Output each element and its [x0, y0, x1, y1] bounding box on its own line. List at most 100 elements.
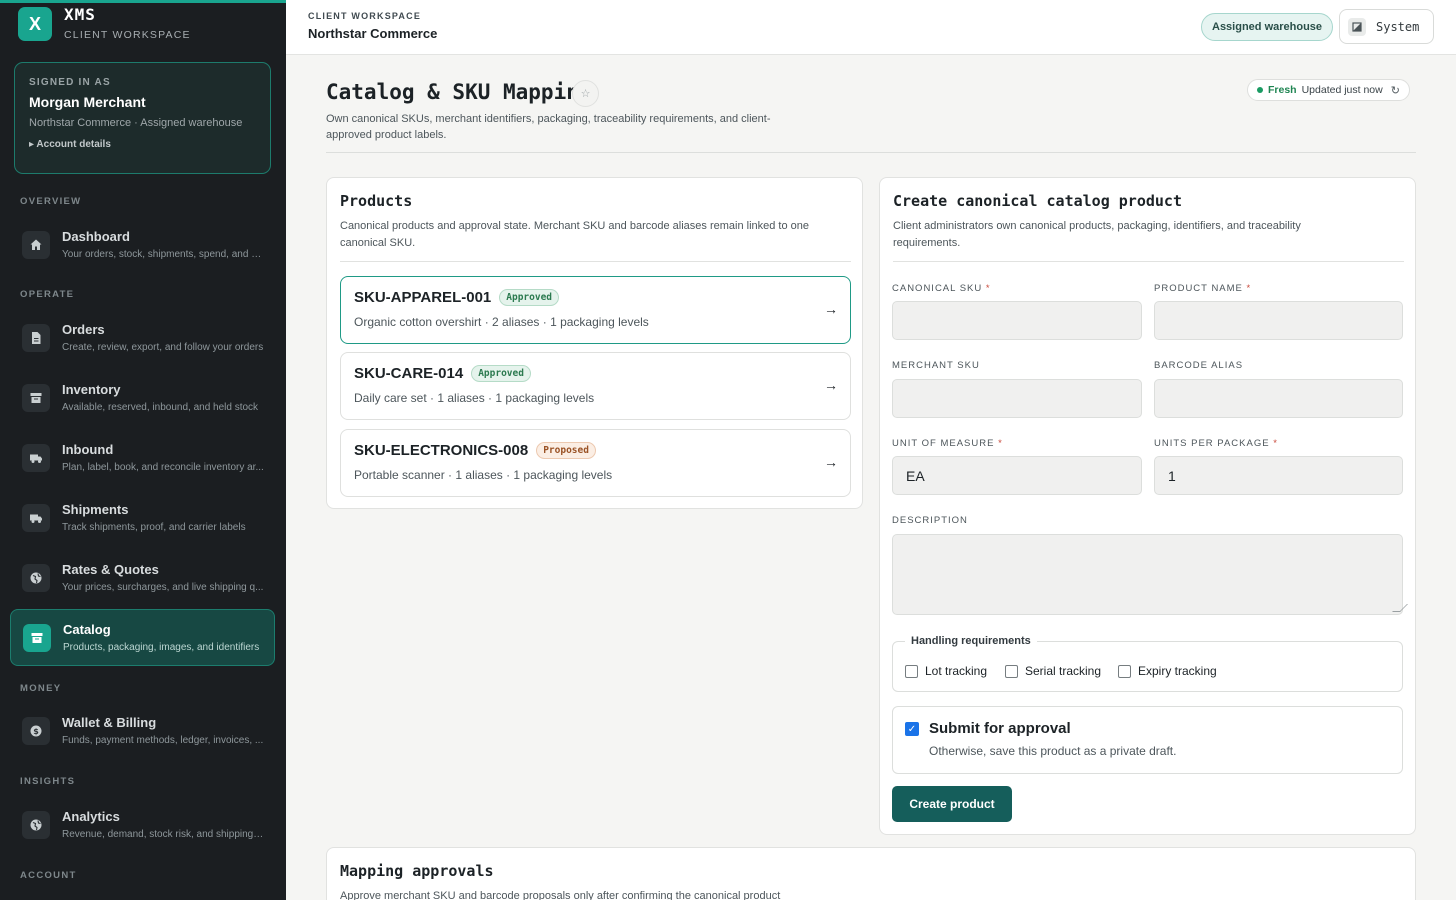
truck-icon	[22, 443, 50, 472]
product-row[interactable]: SKU-CARE-014 Approved Daily care set · 1 …	[340, 352, 851, 420]
nav-section-insights: INSIGHTS	[20, 776, 76, 787]
sidebar-item-rates-quotes[interactable]: Rates & Quotes Your prices, surcharges, …	[10, 549, 275, 606]
card-separator	[893, 261, 1404, 262]
assigned-warehouse-pill[interactable]: Assigned warehouse	[1201, 13, 1334, 41]
checked-checkbox-icon[interactable]: ✓	[905, 722, 919, 736]
create-product-description: Client administrators own canonical prod…	[893, 220, 1301, 249]
checkbox-icon[interactable]	[1005, 664, 1018, 678]
serial-tracking-label: Serial tracking	[1025, 664, 1102, 678]
barcode-alias-label: BARCODE ALIAS	[1154, 360, 1244, 371]
expiry-tracking-checkbox[interactable]: Expiry tracking	[1118, 664, 1217, 678]
create-product-button[interactable]: Create product	[892, 786, 1012, 822]
nav-section-money: MONEY	[20, 683, 62, 694]
sidebar-item-desc: Products, packaging, images, and identif…	[63, 642, 260, 653]
account-details-toggle[interactable]: ▸ Account details	[29, 139, 256, 150]
description-label: DESCRIPTION	[892, 515, 968, 526]
globe-icon	[22, 810, 50, 839]
sidebar-item-desc: Funds, payment methods, ledger, invoices…	[62, 735, 264, 746]
products-title: Products	[340, 192, 413, 210]
units-per-package-input[interactable]: 1	[1154, 456, 1403, 495]
checkbox-icon[interactable]	[1118, 664, 1131, 678]
favorite-star-icon[interactable]: ☆	[572, 80, 599, 107]
handling-requirements-legend: Handling requirements	[905, 635, 1037, 647]
top-header: CLIENT WORKSPACE Northstar Commerce Assi…	[286, 0, 1456, 55]
arrow-right-icon: →	[824, 377, 838, 393]
arrow-right-icon: →	[824, 454, 838, 470]
sidebar-item-desc: Available, reserved, inbound, and held s…	[62, 402, 259, 413]
checkbox-icon[interactable]	[905, 664, 918, 678]
heading-divider	[326, 152, 1416, 153]
sidebar-item-title: Catalog	[63, 622, 111, 637]
card-separator	[340, 261, 851, 262]
sidebar-item-desc: Create, review, export, and follow your …	[62, 342, 264, 353]
refresh-icon[interactable]: ↻	[1391, 84, 1400, 97]
sidebar-item-dashboard[interactable]: Dashboard Your orders, stock, shipments,…	[10, 216, 275, 273]
brand-logo: X	[18, 7, 52, 41]
product-name-input[interactable]	[1154, 301, 1403, 340]
sidebar-item-inventory[interactable]: Inventory Available, reserved, inbound, …	[10, 369, 275, 426]
dollar-icon: $	[22, 716, 50, 745]
sidebar-item-analytics[interactable]: Analytics Revenue, demand, stock risk, a…	[10, 796, 275, 853]
serial-tracking-checkbox[interactable]: Serial tracking	[1005, 664, 1101, 678]
page-title: Catalog & SKU Mapping	[326, 80, 592, 104]
sidebar-item-catalog[interactable]: Catalog Products, packaging, images, and…	[10, 609, 275, 666]
sidebar-item-wallet-billing[interactable]: $ Wallet & Billing Funds, payment method…	[10, 702, 275, 759]
brand[interactable]: X XMS CLIENT WORKSPACE	[18, 6, 191, 41]
product-row[interactable]: SKU-ELECTRONICS-008 Proposed Portable sca…	[340, 429, 851, 497]
sidebar-item-desc: Your orders, stock, shipments, spend, an…	[62, 249, 264, 260]
description-textarea[interactable]	[892, 534, 1408, 615]
arrow-right-icon: →	[824, 301, 838, 317]
nav-section-account: ACCOUNT	[20, 870, 77, 881]
units-per-package-label: UNITS PER PACKAGE *	[1154, 438, 1278, 449]
sidebar-item-orders[interactable]: Orders Create, review, export, and follo…	[10, 309, 275, 366]
unit-of-measure-input[interactable]: EA	[892, 456, 1142, 495]
lot-tracking-label: Lot tracking	[925, 664, 988, 678]
sidebar-item-inbound[interactable]: Inbound Plan, label, book, and reconcile…	[10, 429, 275, 486]
truck-icon	[22, 503, 50, 532]
system-theme-button[interactable]: System	[1339, 9, 1434, 44]
submit-for-approval-option[interactable]: ✓ Submit for approval Otherwise, save th…	[892, 706, 1403, 774]
archive-icon	[23, 623, 51, 652]
brand-subtitle: CLIENT WORKSPACE	[64, 29, 191, 41]
archive-icon	[22, 383, 50, 412]
sidebar-item-title: Wallet & Billing	[62, 715, 157, 730]
sidebar-item-title: Shipments	[62, 502, 129, 517]
product-row[interactable]: SKU-APPAREL-001 Approved Organic cotton o…	[340, 276, 851, 344]
globe-icon	[22, 563, 50, 592]
status-badge: Approved	[499, 289, 560, 307]
sidebar-item-title: Dashboard	[62, 229, 130, 244]
freshness-status[interactable]: Fresh Updated just now ↻	[1247, 79, 1410, 101]
home-icon	[22, 230, 50, 259]
nav-section-overview: OVERVIEW	[20, 196, 82, 207]
canonical-sku-input[interactable]	[892, 301, 1142, 340]
merchant-sku-input[interactable]	[892, 379, 1142, 418]
product-name-label: PRODUCT NAME *	[1154, 283, 1252, 294]
status-badge: Approved	[471, 365, 531, 383]
brand-name: XMS	[64, 5, 96, 24]
user-org: Northstar Commerce · Assigned warehouse	[29, 117, 243, 129]
submit-for-approval-desc: Otherwise, save this product as a privat…	[929, 744, 1177, 758]
page-description: Own canonical SKUs, merchant identifiers…	[326, 113, 771, 141]
unit-of-measure-label: UNIT OF MEASURE *	[892, 438, 1003, 449]
mapping-approvals-card: Mapping approvals Approve merchant SKU a…	[326, 847, 1416, 900]
submit-for-approval-label: Submit for approval	[929, 720, 1071, 737]
create-product-title: Create canonical catalog product	[893, 192, 1182, 210]
expiry-tracking-label: Expiry tracking	[1138, 664, 1217, 678]
lot-tracking-checkbox[interactable]: Lot tracking	[905, 664, 987, 678]
product-sku: SKU-CARE-014	[354, 365, 464, 383]
document-icon	[22, 323, 50, 352]
workspace-name: Northstar Commerce	[308, 26, 438, 41]
sidebar-item-desc: Track shipments, proof, and carrier labe…	[62, 522, 246, 533]
system-button-label: System	[1376, 19, 1420, 34]
sidebar-item-title: Inventory	[62, 382, 121, 397]
sidebar-item-title: Analytics	[62, 809, 120, 824]
product-sku: SKU-ELECTRONICS-008	[354, 442, 529, 460]
barcode-alias-input[interactable]	[1154, 379, 1403, 418]
sidebar-item-shipments[interactable]: Shipments Track shipments, proof, and ca…	[10, 489, 275, 546]
user-name: Morgan Merchant	[29, 94, 146, 110]
sidebar-item-title: Rates & Quotes	[62, 562, 159, 577]
sidebar-item-desc: Plan, label, book, and reconcile invento…	[62, 462, 264, 473]
canonical-sku-label: CANONICAL SKU *	[892, 283, 991, 294]
handling-requirements-group: Handling requirements Lot tracking Seria…	[892, 635, 1403, 692]
merchant-sku-label: MERCHANT SKU	[892, 360, 980, 371]
